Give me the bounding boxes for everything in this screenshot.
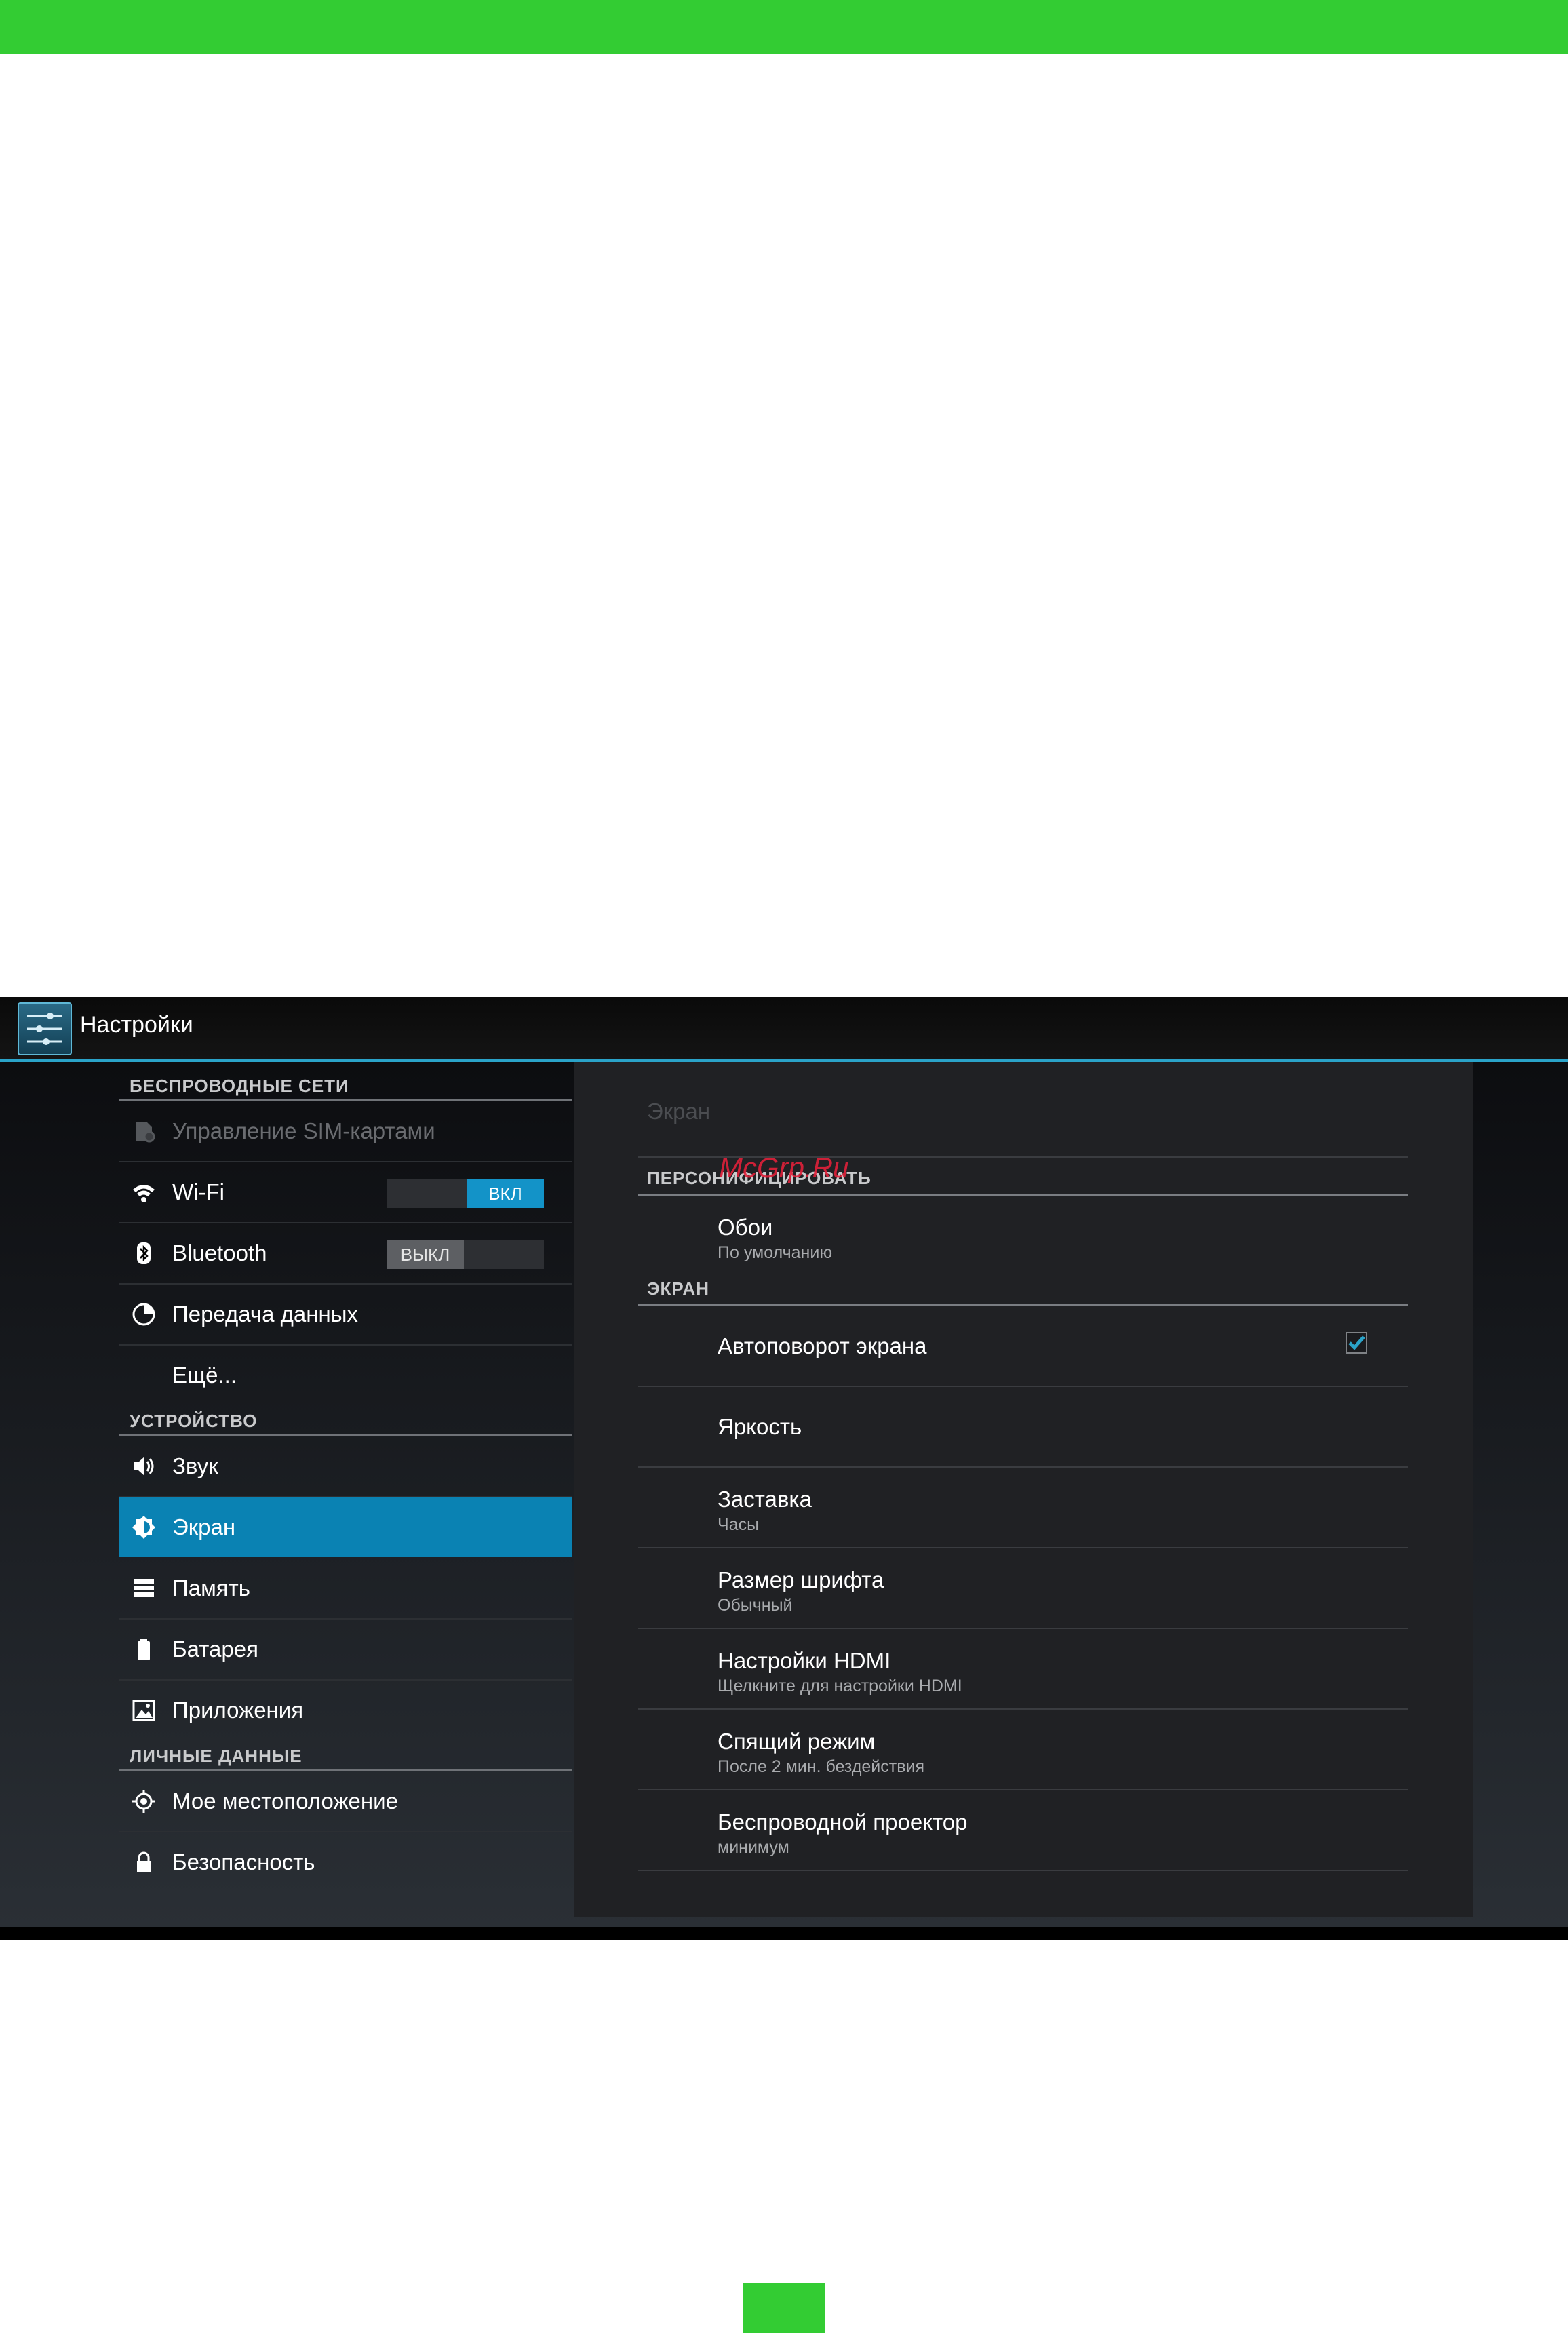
apps-icon	[132, 1700, 155, 1721]
top-green-bar	[0, 0, 1568, 54]
wifi-icon	[133, 1185, 155, 1202]
sidebar-item-label: Безопасность	[172, 1849, 315, 1875]
setting-summary: Обычный	[718, 1596, 793, 1615]
sidebar-item-label: Память	[172, 1575, 250, 1601]
sidebar-item-label: Ещё...	[172, 1362, 237, 1388]
storage-icon	[134, 1579, 154, 1597]
setting-title: Спящий режим	[718, 1729, 876, 1754]
section-header-device: УСТРОЙСТВО	[119, 1404, 572, 1436]
sidebar-item-memory[interactable]: Память	[119, 1558, 572, 1620]
wifi-toggle-label: ВКЛ	[467, 1179, 544, 1208]
setting-title: Заставка	[718, 1487, 812, 1512]
autorotate-checkbox[interactable]	[1346, 1332, 1367, 1354]
sidebar-item-label: Приложения	[172, 1698, 304, 1723]
navigation-strip	[0, 1927, 1568, 1940]
speaker-icon	[134, 1457, 154, 1476]
setting-sleep[interactable]: Спящий режим После 2 мин. бездействия	[638, 1710, 1408, 1790]
panel-breadcrumb: Экран	[647, 1099, 711, 1124]
wifi-toggle[interactable]: ВКЛ	[387, 1179, 544, 1208]
sidebar-item-label: Wi-Fi	[172, 1179, 224, 1204]
sidebar-item-label: Экран	[172, 1514, 236, 1540]
sidebar-item-security[interactable]: Безопасность	[119, 1832, 572, 1892]
watermark: McGrp.Ru	[719, 1152, 849, 1183]
bluetooth-icon	[137, 1242, 151, 1264]
sidebar-item-apps[interactable]: Приложения	[119, 1681, 572, 1740]
battery-icon	[138, 1639, 150, 1660]
sidebar-item-label: Управление SIM-картами	[172, 1118, 435, 1143]
setting-brightness[interactable]: Яркость	[638, 1387, 1408, 1468]
data-usage-icon	[132, 1303, 155, 1326]
sidebar-item-screen[interactable]: Экран	[119, 1497, 572, 1557]
sidebar-item-sim[interactable]: Управление SIM-картами	[119, 1101, 572, 1162]
setting-hdmi[interactable]: Настройки HDMI Щелкните для настройки HD…	[638, 1629, 1408, 1710]
location-icon	[132, 1790, 155, 1813]
content-area: БЕСПРОВОДНЫЕ СЕТИ Управление SIM-картами…	[0, 1062, 1568, 1927]
app-title: Настройки	[80, 1012, 193, 1038]
sidebar-item-label: Мое местоположение	[172, 1788, 398, 1814]
sidebar-item-location[interactable]: Мое местоположение	[119, 1771, 572, 1832]
setting-screensaver[interactable]: Заставка Часы	[638, 1468, 1408, 1548]
sidebar-item-data-usage[interactable]: Передача данных	[119, 1285, 572, 1346]
section-header-screen: ЭКРАН	[638, 1269, 1408, 1306]
setting-summary: Щелкните для настройки HDMI	[718, 1677, 962, 1695]
settings-app-icon[interactable]	[18, 1002, 72, 1055]
setting-title: Яркость	[718, 1414, 802, 1439]
setting-wallpaper[interactable]: Обои По умолчанию	[638, 1196, 1408, 1269]
checkmark-icon	[1348, 1335, 1365, 1350]
setting-summary: Часы	[718, 1515, 760, 1534]
sidebar-item-sound[interactable]: Звук	[119, 1436, 572, 1497]
sidebar-item-wifi[interactable]: Wi-Fi ВКЛ	[119, 1162, 572, 1223]
setting-summary: минимум	[718, 1838, 789, 1857]
sidebar-item-label: Передача данных	[172, 1301, 358, 1327]
setting-wireless-projector[interactable]: Беспроводной проектор минимум	[638, 1790, 1408, 1871]
sidebar-item-label: Bluetooth	[172, 1240, 267, 1266]
brightness-icon	[132, 1516, 155, 1539]
action-bar: Настройки	[0, 997, 1568, 1062]
section-header-wireless: БЕСПРОВОДНЫЕ СЕТИ	[119, 1069, 572, 1101]
screen-settings-panel: Экран ПЕРСОНИФИЦИРОВАТЬ Обои По умолчани…	[574, 1062, 1473, 1917]
setting-summary: После 2 мин. бездействия	[718, 1757, 925, 1776]
settings-category-list: БЕСПРОВОДНЫЕ СЕТИ Управление SIM-картами…	[119, 1062, 572, 1927]
section-header-personal: ЛИЧНЫЕ ДАННЫЕ	[119, 1739, 572, 1771]
setting-autorotate[interactable]: Автоповорот экрана	[638, 1306, 1408, 1387]
settings-screenshot: Настройки БЕСПРОВОДНЫЕ СЕТИ Управление S…	[0, 997, 1568, 1940]
setting-title: Размер шрифта	[718, 1567, 884, 1592]
sim-card-icon	[136, 1122, 155, 1143]
sidebar-item-label: Звук	[172, 1453, 218, 1478]
sidebar-item-label: Батарея	[172, 1636, 258, 1662]
bluetooth-toggle[interactable]: ВЫКЛ	[387, 1240, 544, 1269]
lock-icon	[137, 1851, 151, 1872]
sidebar-item-more[interactable]: Ещё...	[119, 1346, 572, 1405]
setting-title: Обои	[718, 1215, 773, 1240]
sidebar-item-battery[interactable]: Батарея	[119, 1620, 572, 1681]
setting-title: Беспроводной проектор	[718, 1809, 968, 1835]
setting-title: Настройки HDMI	[718, 1648, 891, 1673]
setting-font-size[interactable]: Размер шрифта Обычный	[638, 1548, 1408, 1629]
setting-title: Автоповорот экрана	[718, 1333, 927, 1358]
sidebar-item-bluetooth[interactable]: Bluetooth ВЫКЛ	[119, 1223, 572, 1285]
setting-summary: По умолчанию	[718, 1243, 833, 1262]
page-number-tab	[743, 2283, 825, 2333]
bluetooth-toggle-label: ВЫКЛ	[387, 1240, 464, 1269]
